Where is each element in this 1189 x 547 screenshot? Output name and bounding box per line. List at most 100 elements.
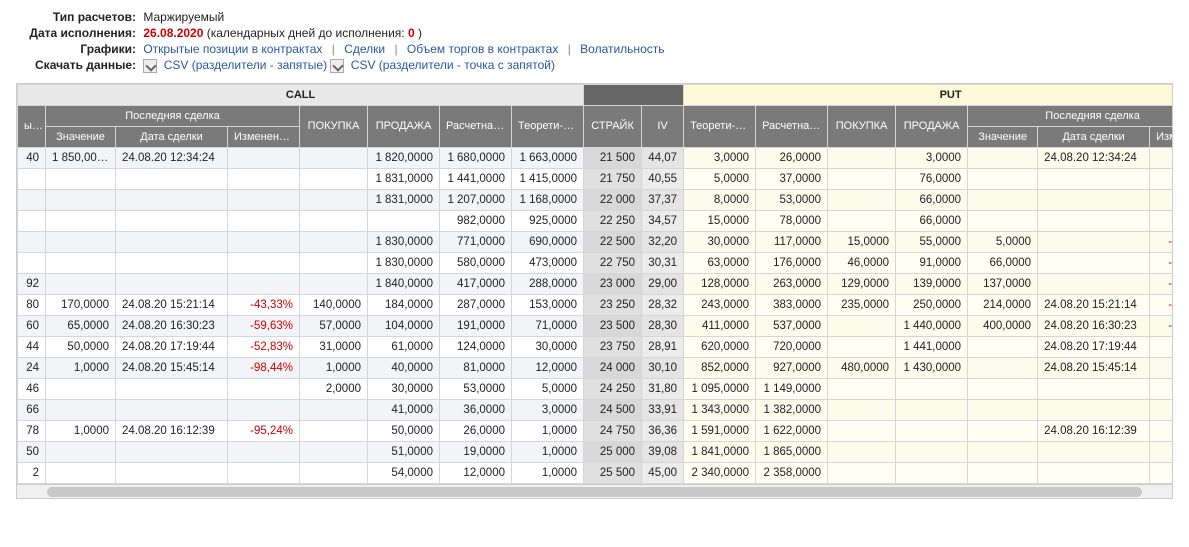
cell-c_chg [228,273,300,294]
cell-p_val [968,378,1038,399]
cell-c_oi [18,252,46,273]
cell-c_buy [300,252,368,273]
cell-p_sell: 66,0000 [896,189,968,210]
cell-p_sell: 1 430,0000 [896,357,968,378]
cell-c_dt [116,273,228,294]
cell-p_val [968,168,1038,189]
cell-p_chg [1150,147,1173,168]
cell-p_sell [896,462,968,483]
col-theor-put: Теорети- ческая цена [684,105,756,147]
download-icon [330,59,344,73]
cell-p_dt: 24.08.20 15:21:14 [1038,294,1150,315]
cell-p_sell: 250,0000 [896,294,968,315]
cell-p_chg [1150,336,1173,357]
chart-link-volume[interactable]: Объем торгов в контрактах [407,42,558,56]
cell-p_th: 3,0000 [684,147,756,168]
settlement-type-label: Тип расчетов: [16,10,136,24]
cell-c_chg [228,462,300,483]
cell-p_sell: 66,0000 [896,210,968,231]
col-open-int-call: ыт. ий [18,105,46,147]
cell-c_th: 71,0000 [512,315,584,336]
cell-p_set: 1 865,0000 [756,441,828,462]
cell-c_chg [228,168,300,189]
cell-strike: 23 500 [584,315,642,336]
col-last-trade-call: Последняя сделка [46,105,300,126]
charts-label: Графики: [16,42,136,56]
cell-p_sell: 3,0000 [896,147,968,168]
chart-link-volatility[interactable]: Волатильность [580,42,664,56]
cell-c_chg [228,399,300,420]
cell-c_buy: 2,0000 [300,378,368,399]
cell-c_dt [116,210,228,231]
cell-c_oi: 66 [18,399,46,420]
cell-c_chg [228,189,300,210]
cell-c_chg: -43,33% [228,294,300,315]
cell-c_buy [300,399,368,420]
cell-strike: 25 500 [584,462,642,483]
cell-c_set: 81,0000 [440,357,512,378]
cell-p_dt [1038,231,1150,252]
cell-iv: 28,32 [642,294,684,315]
cell-p_chg: -45,13% [1150,294,1173,315]
cell-c_val: 50,0000 [46,336,116,357]
horizontal-scrollbar[interactable] [17,484,1172,498]
table-row: 1 830,0000580,0000473,000022 75030,3163,… [18,252,1174,273]
cell-c_sell: 1 831,0000 [368,189,440,210]
cell-p_val [968,462,1038,483]
table-row: 4450,000024.08.20 17:19:44-52,83%31,0000… [18,336,1174,357]
cell-c_th: 288,0000 [512,273,584,294]
cell-p_chg [1150,441,1173,462]
table-row: 401 850,000024.08.20 12:34:241 820,00001… [18,147,1174,168]
cell-c_set: 417,0000 [440,273,512,294]
table-row: 781,000024.08.20 16:12:39-95,24%50,00002… [18,420,1174,441]
cell-c_sell: 1 840,0000 [368,273,440,294]
cell-c_val: 1,0000 [46,357,116,378]
cell-strike: 21 750 [584,168,642,189]
scrollbar-thumb[interactable] [47,487,1142,497]
cell-c_set: 36,0000 [440,399,512,420]
col-iv: IV [642,105,684,147]
cell-c_dt: 24.08.20 16:12:39 [116,420,228,441]
cell-p_buy: 46,0000 [828,252,896,273]
col-value-put: Значение [968,126,1038,147]
cell-p_buy: 235,0000 [828,294,896,315]
cell-strike: 24 750 [584,420,642,441]
col-buy-put: ПОКУПКА [828,105,896,147]
cell-strike: 22 000 [584,189,642,210]
cell-iv: 30,31 [642,252,684,273]
cell-c_th: 925,0000 [512,210,584,231]
cell-iv: 29,00 [642,273,684,294]
cell-iv: 44,07 [642,147,684,168]
put-header: PUT [684,84,1173,105]
table-row: 1 830,0000771,0000690,000022 50032,2030,… [18,231,1174,252]
cell-p_set: 53,0000 [756,189,828,210]
cell-p_th: 63,0000 [684,252,756,273]
cell-c_th: 153,0000 [512,294,584,315]
cell-p_val: 400,0000 [968,315,1038,336]
download-csv-semicolon-link[interactable]: CSV (разделители - точка с запятой) [351,58,555,72]
exec-days-value: 0 [408,26,415,40]
table-row: 5051,000019,00001,000025 00039,081 841,0… [18,441,1174,462]
cell-p_set: 176,0000 [756,252,828,273]
cell-p_val: 137,0000 [968,273,1038,294]
cell-c_chg: -98,44% [228,357,300,378]
cell-p_set: 537,0000 [756,315,828,336]
cell-p_set: 927,0000 [756,357,828,378]
cell-p_sell [896,441,968,462]
cell-p_chg: -40,95% [1150,273,1173,294]
table-row: 1 831,00001 207,00001 168,000022 00037,3… [18,189,1174,210]
download-csv-comma-link[interactable]: CSV (разделители - запятые) [164,58,327,72]
chart-link-open-positions[interactable]: Открытые позиции в контрактах [143,42,322,56]
cell-c_sell: 30,0000 [368,378,440,399]
cell-iv: 34,57 [642,210,684,231]
exec-days-suffix: ) [418,26,422,40]
chart-link-trades[interactable]: Сделки [344,42,385,56]
settlement-type-row: Тип расчетов: Маржируемый [16,10,1173,24]
cell-c_buy: 31,0000 [300,336,368,357]
cell-strike: 21 500 [584,147,642,168]
cell-c_dt [116,378,228,399]
cell-c_dt [116,441,228,462]
cell-c_set: 580,0000 [440,252,512,273]
cell-p_buy [828,315,896,336]
cell-c_sell: 1 831,0000 [368,168,440,189]
